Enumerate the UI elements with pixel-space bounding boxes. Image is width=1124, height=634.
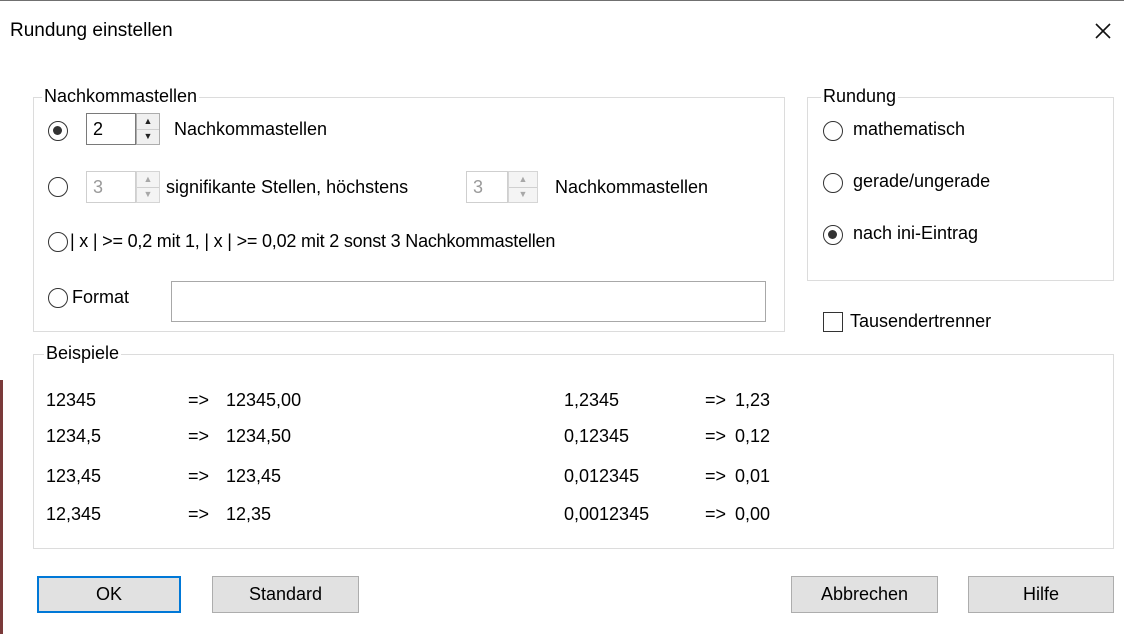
example-output: 123,45 <box>226 466 282 486</box>
format-input[interactable] <box>171 281 766 322</box>
example-arrow: => <box>705 466 727 486</box>
option-fixed-decimals-radio[interactable] <box>48 121 68 141</box>
close-button[interactable] <box>1086 14 1120 48</box>
option-format-radio[interactable] <box>48 288 68 308</box>
standard-button[interactable]: Standard <box>212 576 359 613</box>
example-output: 0,12 <box>735 426 771 446</box>
significant-spinner-value[interactable]: 3 <box>86 171 136 203</box>
example-arrow: => <box>188 466 210 486</box>
max-decimals-spinner-buttons[interactable]: ▲ ▼ <box>508 171 538 203</box>
rounding-mathematisch-radio[interactable] <box>823 121 843 141</box>
option-fixed-decimals-label: Nachkommastellen <box>174 119 328 139</box>
decimals-spinner-buttons[interactable]: ▲ ▼ <box>136 113 160 145</box>
option-significant-label: signifikante Stellen, höchstens <box>166 177 409 197</box>
dialog-title: Rundung einstellen <box>10 20 173 41</box>
option-format-label: Format <box>72 287 130 307</box>
rundung-group-legend: Rundung <box>821 86 899 107</box>
hilfe-button[interactable]: Hilfe <box>968 576 1114 613</box>
spinner-up-icon[interactable]: ▲ <box>137 114 159 130</box>
close-icon <box>1095 23 1111 39</box>
rounding-ini-label: nach ini-Eintrag <box>853 223 979 243</box>
rounding-ini-radio[interactable] <box>823 225 843 245</box>
window-top-border <box>0 0 1124 1</box>
example-input: 1,2345 <box>564 390 620 410</box>
example-input: 123,45 <box>46 466 102 486</box>
option-threshold-radio[interactable] <box>48 232 68 252</box>
example-arrow: => <box>705 504 727 524</box>
example-output: 0,00 <box>735 504 771 524</box>
example-input: 0,0012345 <box>564 504 650 524</box>
ok-button[interactable]: OK <box>37 576 181 613</box>
example-arrow: => <box>188 426 210 446</box>
example-input: 12,345 <box>46 504 102 524</box>
option-threshold-label: | x | >= 0,2 mit 1, | x | >= 0,02 mit 2 … <box>70 231 556 251</box>
example-input: 1234,5 <box>46 426 102 446</box>
spinner-up-icon[interactable]: ▲ <box>137 172 159 188</box>
example-output: 12345,00 <box>226 390 302 410</box>
window-left-edge <box>0 380 3 634</box>
decimals-spinner-value[interactable]: 2 <box>86 113 136 145</box>
example-input: 12345 <box>46 390 97 410</box>
example-arrow: => <box>705 426 727 446</box>
rounding-gerade-label: gerade/ungerade <box>853 171 991 191</box>
option-significant-label-2: Nachkommastellen <box>555 177 709 197</box>
spinner-down-icon[interactable]: ▼ <box>509 187 537 202</box>
example-arrow: => <box>188 390 210 410</box>
beispiele-group-legend: Beispiele <box>44 343 122 364</box>
spinner-down-icon[interactable]: ▼ <box>137 187 159 202</box>
spinner-up-icon[interactable]: ▲ <box>509 172 537 188</box>
example-input: 0,012345 <box>564 466 640 486</box>
example-arrow: => <box>188 504 210 524</box>
example-output: 1234,50 <box>226 426 292 446</box>
example-arrow: => <box>705 390 727 410</box>
tausender-label: Tausendertrenner <box>850 311 992 331</box>
rounding-gerade-radio[interactable] <box>823 173 843 193</box>
example-output: 0,01 <box>735 466 771 486</box>
example-output: 12,35 <box>226 504 272 524</box>
abbrechen-button[interactable]: Abbrechen <box>791 576 938 613</box>
nachkomma-group-legend: Nachkommastellen <box>42 86 200 107</box>
max-decimals-spinner-value[interactable]: 3 <box>466 171 508 203</box>
rounding-mathematisch-label: mathematisch <box>853 119 966 139</box>
spinner-down-icon[interactable]: ▼ <box>137 129 159 144</box>
significant-spinner-buttons[interactable]: ▲ ▼ <box>136 171 160 203</box>
tausender-checkbox[interactable] <box>823 312 843 332</box>
example-input: 0,12345 <box>564 426 630 446</box>
option-significant-radio[interactable] <box>48 177 68 197</box>
example-output: 1,23 <box>735 390 771 410</box>
